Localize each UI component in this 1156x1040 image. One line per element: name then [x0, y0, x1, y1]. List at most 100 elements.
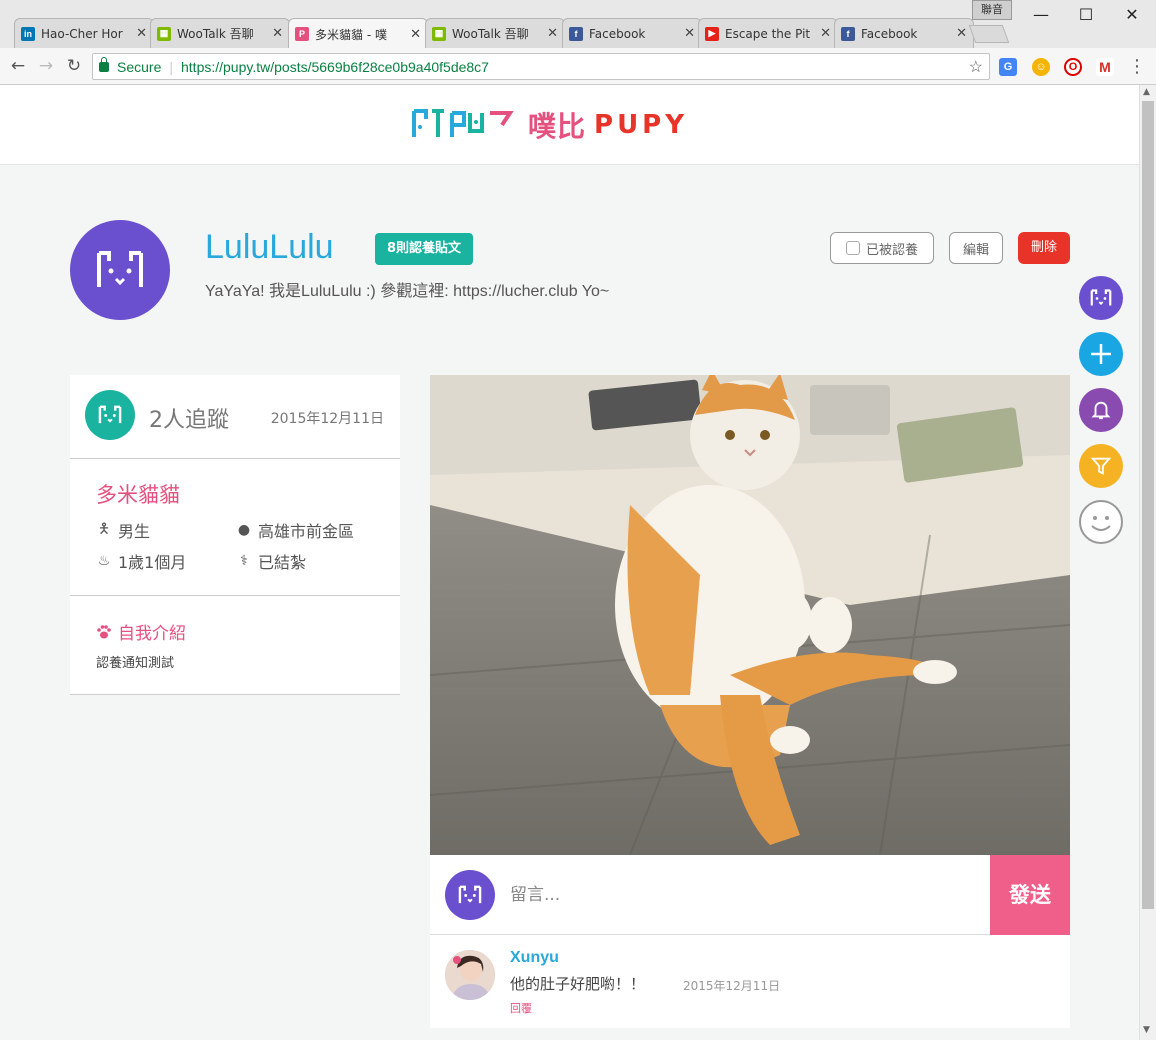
notifications-fab[interactable]	[1079, 388, 1123, 432]
cat-face-icon	[1090, 289, 1112, 306]
comment-input[interactable]	[510, 881, 980, 909]
scroll-down-icon[interactable]: ▼	[1143, 1025, 1150, 1035]
reply-link[interactable]: 回覆	[510, 1000, 532, 1016]
tab-label: 多米貓貓 - 噗	[315, 27, 387, 42]
url-text: https://pupy.tw/posts/5669b6f28ce0b9a40f…	[181, 58, 489, 75]
tab-wootalk[interactable]: ▦ WooTalk 吾聊 ✕	[425, 18, 565, 48]
age-text: 1歲1個月	[118, 553, 187, 572]
gender-text: 男生	[118, 522, 151, 541]
commenter-name[interactable]: Xunyu	[510, 949, 559, 967]
tab-pupy-active[interactable]: P 多米貓貓 - 噗 ✕	[288, 18, 428, 49]
cat-face-icon	[458, 885, 482, 904]
gmail-extension-icon[interactable]: M	[1096, 58, 1114, 76]
facebook-icon: f	[841, 26, 855, 41]
scroll-up-icon[interactable]: ▲	[1143, 87, 1150, 97]
new-tab-button[interactable]	[968, 25, 1010, 43]
address-bar[interactable]: Secure | https://pupy.tw/posts/5669b6f28…	[92, 53, 990, 80]
pet-neutered: ⚕ 已結紮	[236, 549, 306, 573]
close-icon[interactable]: ✕	[956, 26, 967, 41]
browser-menu-icon[interactable]: ⋮	[1128, 56, 1146, 77]
linkedin-icon: in	[21, 26, 35, 41]
commenter-avatar[interactable]	[445, 950, 495, 1000]
cat-photo-image	[430, 375, 1070, 855]
translate-extension-icon[interactable]: G	[999, 58, 1017, 76]
filter-icon	[1090, 457, 1112, 475]
post-count-badge[interactable]: 8則認養貼文	[375, 233, 474, 265]
tab-label: WooTalk 吾聊	[452, 27, 529, 41]
post-date: 2015年12月11日	[270, 411, 384, 427]
neutered-text: 已結紮	[258, 553, 307, 572]
smiley-icon	[1091, 516, 1111, 531]
tab-wootalk[interactable]: ▦ WooTalk 吾聊 ✕	[150, 18, 290, 48]
pet-location: ● 高雄市前金區	[236, 518, 354, 542]
tab-facebook[interactable]: f Facebook ✕	[562, 18, 702, 48]
emoji-extension-icon[interactable]: ☺	[1032, 58, 1050, 76]
delete-button[interactable]: 刪除	[1018, 232, 1070, 264]
emoji-fab[interactable]	[1079, 500, 1123, 544]
pet-photo[interactable]	[430, 375, 1070, 855]
page-scrollbar[interactable]: ▲ ▼	[1139, 85, 1156, 1040]
owner-avatar[interactable]	[70, 220, 170, 320]
site-logo[interactable]: 噗比 PUPY	[410, 103, 688, 147]
tab-label: Escape the Pit	[725, 26, 811, 41]
cat-face-icon	[98, 405, 122, 424]
opera-extension-icon[interactable]: O	[1064, 58, 1082, 76]
window-close-icon[interactable]: ✕	[1117, 4, 1147, 26]
browser-toolbar: ← → ↻ Secure | https://pupy.tw/posts/566…	[0, 48, 1156, 85]
scrollbar-thumb[interactable]	[1142, 101, 1154, 909]
profile-fab[interactable]	[1079, 276, 1123, 320]
close-icon[interactable]: ✕	[410, 27, 421, 42]
pet-gender: 🯅 男生	[96, 518, 150, 542]
owner-username[interactable]: LuluLulu	[205, 228, 334, 267]
bell-icon	[1091, 401, 1111, 420]
profile-badge[interactable]: 聯音	[972, 0, 1012, 20]
follow-avatar[interactable]	[85, 390, 135, 440]
filter-fab[interactable]	[1079, 444, 1123, 488]
cat-face-icon	[97, 251, 143, 287]
tab-label: WooTalk 吾聊	[177, 27, 254, 41]
close-icon[interactable]: ✕	[547, 26, 558, 41]
add-post-fab[interactable]	[1079, 332, 1123, 376]
minimize-icon[interactable]: —	[1026, 4, 1056, 26]
intro-heading: 自我介紹	[96, 619, 186, 644]
edit-label: 編輯	[962, 242, 989, 258]
paw-icon	[97, 624, 111, 638]
youtube-icon: ▶	[705, 26, 719, 41]
edit-button[interactable]: 編輯	[949, 232, 1003, 264]
adopted-toggle-button[interactable]: 已被認養	[830, 232, 934, 264]
location-text: 高雄市前金區	[258, 522, 355, 541]
pupy-logo-mark-icon	[412, 109, 514, 137]
follower-count[interactable]: 2人追蹤	[149, 402, 229, 434]
secure-label: Secure	[117, 58, 162, 75]
comment-text: 他的肚子好肥喲！！	[510, 975, 646, 993]
reload-icon[interactable]: ↻	[63, 55, 85, 77]
browser-tabstrip: in Hao-Cher Hor ✕ ▦ WooTalk 吾聊 ✕ P 多米貓貓 …	[0, 0, 1156, 49]
tab-label: Facebook	[861, 26, 918, 41]
tab-label: Hao-Cher Hor	[41, 26, 123, 41]
maximize-icon[interactable]: ☐	[1071, 4, 1101, 26]
medical-icon: ⚕	[240, 553, 248, 569]
owner-bio: YaYaYa! 我是LuluLulu :) 參觀這裡: https://luch…	[205, 283, 610, 300]
logo-chinese: 噗比	[528, 110, 587, 143]
tab-youtube[interactable]: ▶ Escape the Pit ✕	[698, 18, 838, 48]
back-arrow-icon[interactable]: ←	[7, 55, 29, 77]
windows-icon: ▦	[157, 26, 171, 41]
pet-name: 多米貓貓	[96, 483, 180, 507]
intro-title-text: 自我介紹	[118, 624, 186, 644]
tab-facebook[interactable]: f Facebook ✕	[834, 18, 974, 48]
tab-linkedin[interactable]: in Hao-Cher Hor ✕	[14, 18, 154, 48]
birthday-cake-icon: ♨	[97, 553, 111, 569]
comment-date: 2015年12月11日	[683, 979, 781, 993]
person-photo-icon	[445, 950, 495, 1000]
bookmark-star-icon[interactable]: ☆	[969, 57, 983, 77]
forward-arrow-icon[interactable]: →	[35, 55, 57, 77]
close-icon[interactable]: ✕	[820, 26, 831, 41]
send-comment-button[interactable]: 發送	[990, 855, 1070, 935]
site-header: 噗比 PUPY	[0, 85, 1139, 165]
pet-info-card: 2人追蹤 2015年12月11日 多米貓貓 🯅 男生 ● 高雄市前金區 ♨ 1歲…	[70, 375, 400, 695]
adopted-label: 已被認養	[865, 242, 918, 258]
checkbox-icon[interactable]	[845, 241, 860, 255]
close-icon[interactable]: ✕	[272, 26, 283, 41]
close-icon[interactable]: ✕	[684, 26, 695, 41]
close-icon[interactable]: ✕	[136, 26, 147, 41]
